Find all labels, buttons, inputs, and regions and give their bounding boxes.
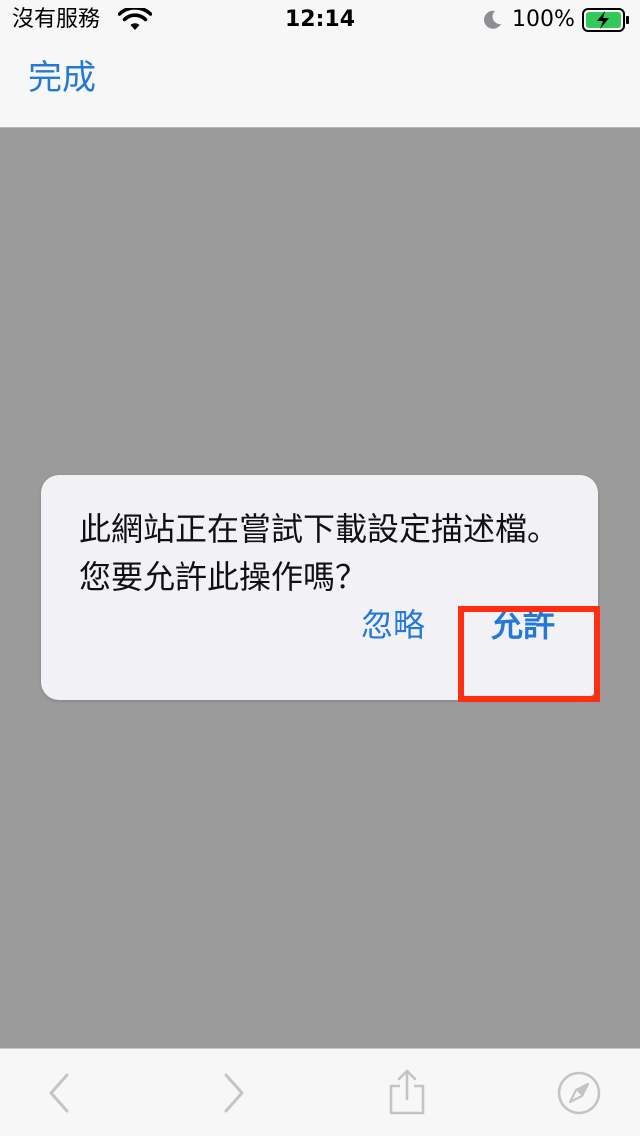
ignore-button[interactable]: 忽略 (361, 603, 425, 647)
battery-charging-icon (582, 8, 629, 32)
done-button[interactable]: 完成 (28, 56, 96, 100)
forward-icon[interactable] (210, 1069, 258, 1117)
compass-icon[interactable] (555, 1069, 603, 1117)
share-icon[interactable] (383, 1069, 431, 1117)
allow-button-highlight (458, 606, 600, 702)
moon-icon (484, 10, 501, 29)
back-icon[interactable] (35, 1069, 83, 1117)
status-bar: 沒有服務 12:14 100% (0, 0, 640, 40)
battery-percentage: 100% (512, 7, 575, 32)
bottom-toolbar (0, 1048, 640, 1136)
alert-message: 此網站正在嘗試下載設定描述檔。您要允許此操作嗎？ (79, 510, 560, 596)
navigation-bar: 完成 (0, 40, 640, 128)
